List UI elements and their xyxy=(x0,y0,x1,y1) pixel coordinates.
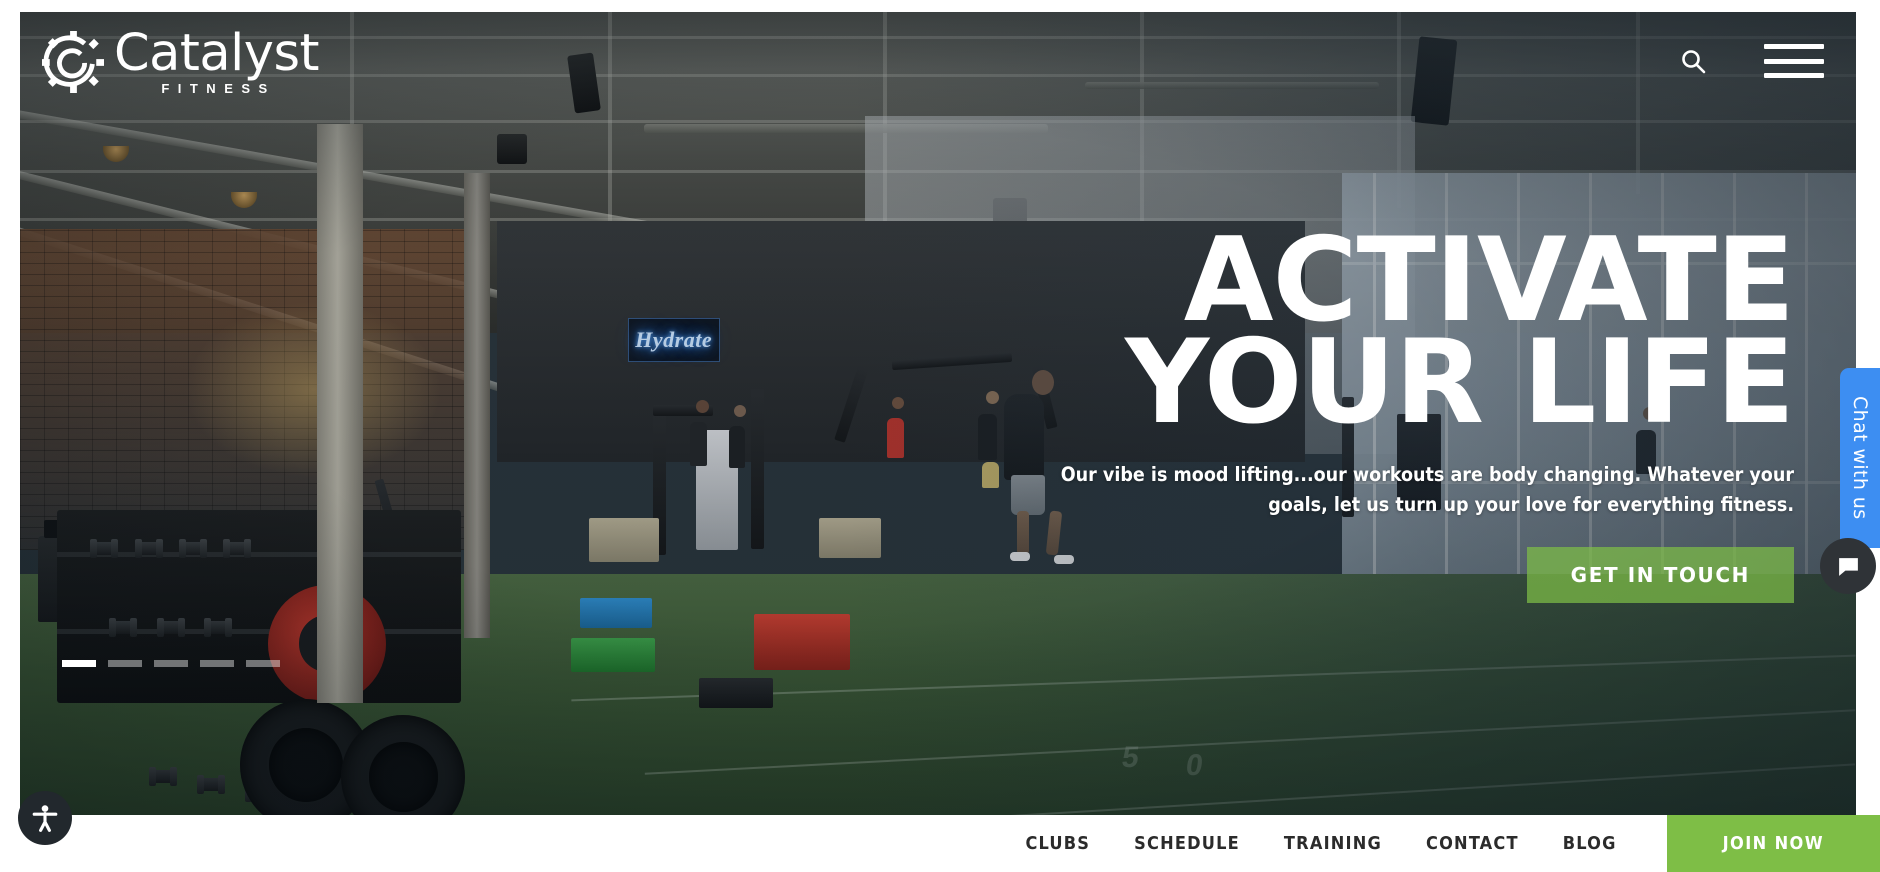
ceiling-duct xyxy=(1084,82,1379,89)
chat-with-us-tab[interactable]: Chat with us xyxy=(1840,368,1880,548)
logo-tagline: FITNESS xyxy=(161,81,276,96)
nav-item-blog[interactable]: BLOG xyxy=(1541,815,1639,872)
search-icon[interactable] xyxy=(1680,48,1706,74)
member-head xyxy=(734,404,747,417)
nav-item-schedule[interactable]: SCHEDULE xyxy=(1112,815,1262,872)
support-column xyxy=(464,172,491,639)
hero-subtitle: Our vibe is mood lifting...our workouts … xyxy=(1060,463,1794,517)
get-in-touch-button[interactable]: GET IN TOUCH xyxy=(1526,546,1794,603)
dumbbell xyxy=(178,538,207,558)
dumbbell xyxy=(108,617,137,637)
wood-crate xyxy=(589,517,660,562)
ceiling-speaker xyxy=(497,134,528,164)
dumbbell xyxy=(134,538,163,558)
member-shorts xyxy=(982,461,1000,488)
ceiling-truss xyxy=(1635,12,1640,194)
member-silhouette xyxy=(978,413,998,460)
plyo-box-green xyxy=(570,638,655,673)
walking-member-shoe xyxy=(1009,552,1030,562)
dumbbell xyxy=(222,538,251,558)
nav-item-training[interactable]: TRAINING xyxy=(1262,815,1404,872)
nav-item-clubs[interactable]: CLUBS xyxy=(1003,815,1112,872)
site-logo[interactable]: Catalyst FITNESS xyxy=(42,24,320,96)
wood-crate xyxy=(818,517,881,558)
member-head xyxy=(695,399,709,413)
hero-title-line-2: YOUR LIFE xyxy=(1125,315,1795,451)
catalyst-gear-c-icon xyxy=(42,31,104,93)
slider-dot-2[interactable] xyxy=(108,660,142,667)
functional-trainer-rig xyxy=(750,389,764,550)
hero-slider: Hydrate 5 0 Catalyst FITNESS ACTIVATE YO… xyxy=(20,12,1856,815)
member-head xyxy=(892,396,905,409)
walking-member-leg xyxy=(1016,511,1029,556)
page-title: ACTIVATE YOUR LIFE xyxy=(1054,223,1795,451)
member-silhouette xyxy=(690,421,708,466)
member-silhouette xyxy=(886,417,904,458)
nav-item-contact[interactable]: CONTACT xyxy=(1404,815,1541,872)
header-actions xyxy=(1680,44,1824,78)
walking-member-torso xyxy=(1004,394,1045,481)
walking-member-head xyxy=(1031,370,1054,396)
member-silhouette xyxy=(728,425,745,468)
dumbbell xyxy=(204,617,233,637)
slider-pagination xyxy=(62,660,280,667)
chat-bubble-icon[interactable] xyxy=(1820,538,1876,594)
bottom-navigation: CLUBS SCHEDULE TRAINING CONTACT BLOG JOI… xyxy=(0,815,1880,872)
slider-dot-1[interactable] xyxy=(62,660,96,667)
plyo-box-red xyxy=(754,614,851,671)
dumbbell xyxy=(90,538,119,558)
member-head xyxy=(985,391,999,405)
plyo-box-black xyxy=(699,678,774,709)
wall-light-glow xyxy=(185,301,443,478)
plyo-box-blue xyxy=(579,598,652,629)
page-root: Hydrate 5 0 Catalyst FITNESS ACTIVATE YO… xyxy=(0,0,1880,872)
hero-content: ACTIVATE YOUR LIFE Our vibe is mood lift… xyxy=(1054,223,1795,603)
hamburger-menu-icon[interactable] xyxy=(1764,44,1824,78)
dumbbell xyxy=(196,774,225,794)
logo-wordmark: Catalyst xyxy=(114,24,320,83)
slider-dot-4[interactable] xyxy=(200,660,234,667)
dumbbell xyxy=(149,766,178,786)
accessibility-person-icon[interactable] xyxy=(18,791,72,845)
slider-dot-3[interactable] xyxy=(154,660,188,667)
slider-dot-5[interactable] xyxy=(246,660,280,667)
join-now-button[interactable]: JOIN NOW xyxy=(1666,815,1880,872)
walking-member-shorts xyxy=(1011,474,1046,515)
neon-sign-text: Hydrate xyxy=(635,326,713,352)
support-column xyxy=(317,124,364,703)
dumbbell xyxy=(156,617,185,637)
neon-hydrate-sign: Hydrate xyxy=(627,317,720,362)
chat-tab-label: Chat with us xyxy=(1849,396,1871,520)
